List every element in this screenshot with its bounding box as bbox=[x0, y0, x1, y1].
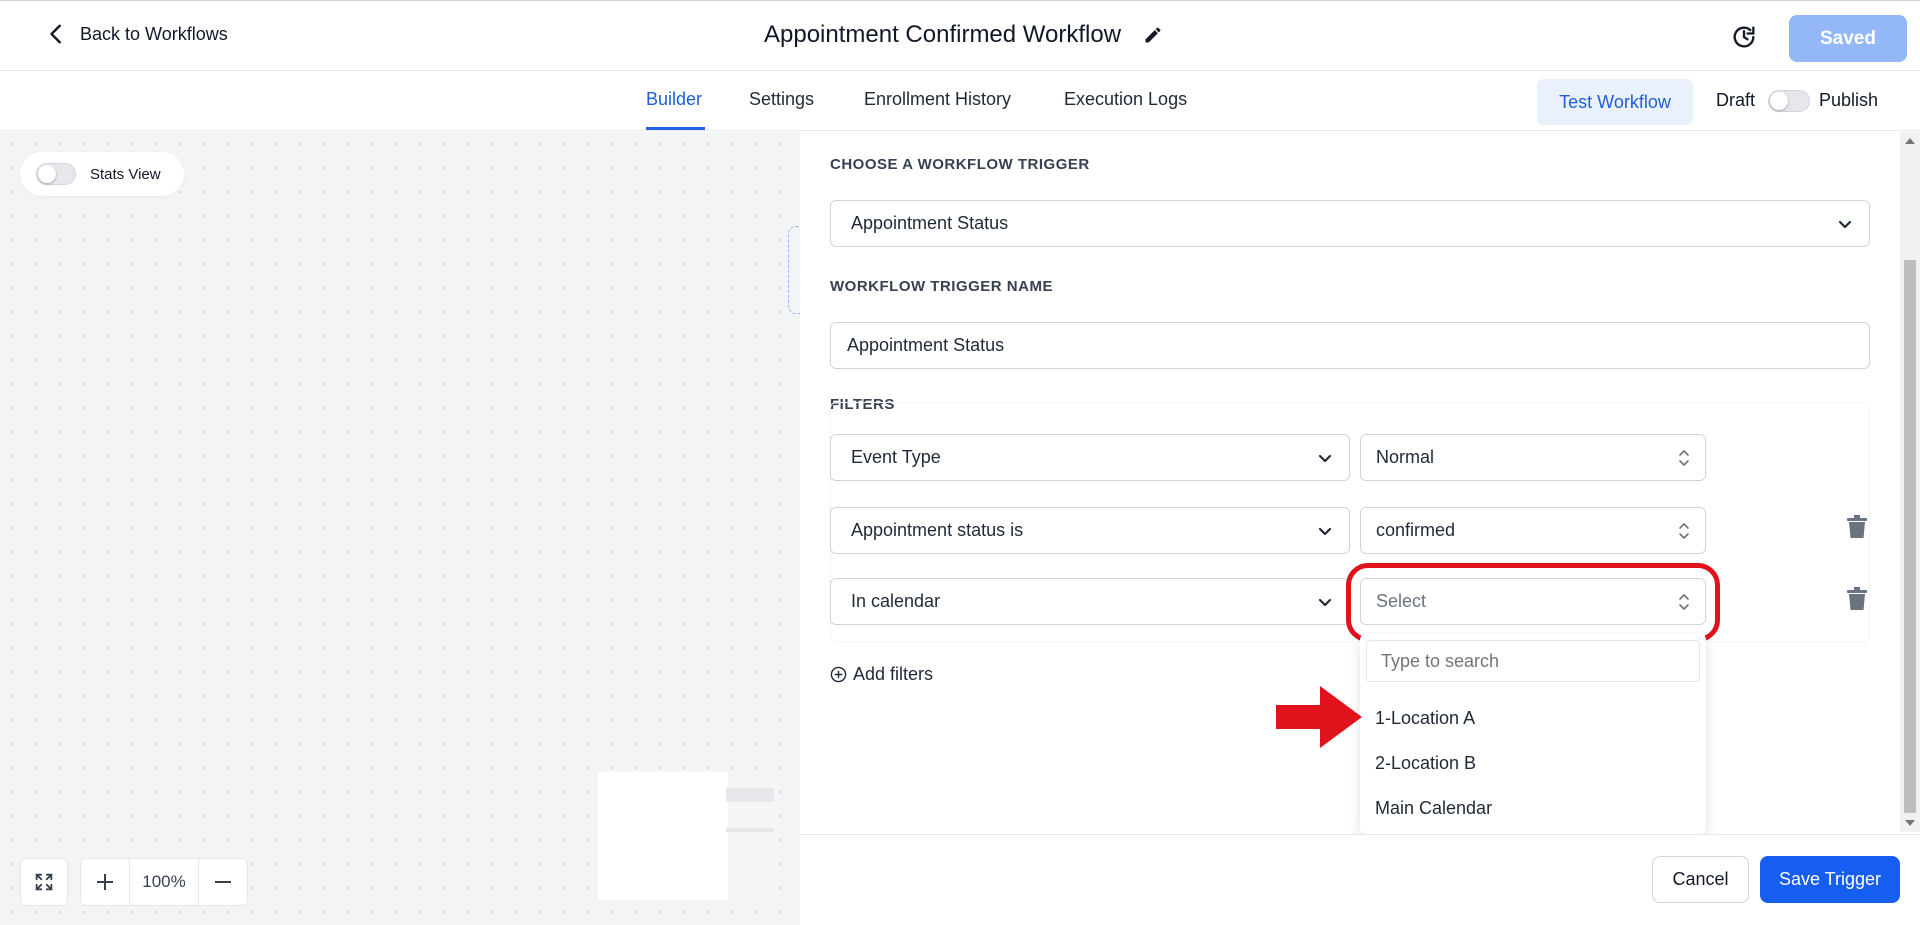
tab-bar: Builder Settings Enrollment History Exec… bbox=[0, 71, 1920, 131]
panel-scrollbar[interactable] bbox=[1900, 132, 1920, 832]
filter-field-value: In calendar bbox=[851, 591, 941, 611]
arrow-right-icon bbox=[1276, 686, 1362, 748]
filter-value-select[interactable]: confirmed bbox=[1360, 507, 1706, 554]
cancel-button[interactable]: Cancel bbox=[1652, 856, 1749, 903]
chevron-down-icon bbox=[1318, 598, 1332, 606]
publish-label: Publish bbox=[1819, 90, 1879, 110]
dropdown-search-input[interactable] bbox=[1366, 640, 1700, 682]
stats-view-control[interactable]: Stats View bbox=[20, 152, 184, 196]
sort-arrows-icon bbox=[1679, 449, 1689, 466]
dropdown-option-main-calendar[interactable]: Main Calendar bbox=[1375, 798, 1492, 819]
add-filters-label: Add filters bbox=[853, 664, 934, 684]
chevron-down-icon bbox=[1838, 220, 1852, 228]
saved-button[interactable]: Saved bbox=[1789, 15, 1907, 62]
back-label: Back to Workflows bbox=[80, 23, 228, 44]
plus-icon bbox=[97, 874, 113, 890]
toggle-knob bbox=[1770, 92, 1788, 110]
tab-enrollment-history[interactable]: Enrollment History bbox=[864, 89, 1011, 110]
zoom-level: 100% bbox=[129, 859, 199, 905]
calendar-select-placeholder: Select bbox=[1376, 591, 1427, 611]
scroll-down-icon[interactable] bbox=[1905, 820, 1915, 826]
fit-view-button[interactable] bbox=[20, 858, 68, 906]
publish-toggle[interactable] bbox=[1768, 90, 1810, 112]
filter-field-value: Event Type bbox=[851, 447, 941, 467]
workflow-title-text: Appointment Confirmed Workflow bbox=[764, 21, 1122, 48]
trigger-name-value: Appointment Status bbox=[847, 335, 1005, 355]
choose-trigger-label: CHOOSE A WORKFLOW TRIGGER bbox=[830, 156, 1090, 173]
expand-icon bbox=[35, 873, 53, 891]
trigger-select[interactable]: Appointment Status bbox=[830, 200, 1870, 247]
filter-value: confirmed bbox=[1376, 520, 1456, 540]
trash-icon[interactable] bbox=[1846, 587, 1868, 611]
calendar-select[interactable]: Select bbox=[1360, 578, 1706, 625]
filter-field-select[interactable]: Event Type bbox=[830, 434, 1350, 481]
stats-view-toggle[interactable] bbox=[36, 163, 76, 185]
zoom-in-button[interactable] bbox=[81, 859, 129, 905]
filter-field-select[interactable]: Appointment status is bbox=[830, 507, 1350, 554]
pencil-icon[interactable] bbox=[1143, 25, 1163, 45]
active-tab-indicator bbox=[646, 127, 705, 130]
minimap-node bbox=[726, 788, 774, 802]
trigger-name-label: WORKFLOW TRIGGER NAME bbox=[830, 278, 1053, 295]
scrollbar-thumb[interactable] bbox=[1904, 260, 1916, 813]
filter-value-select[interactable]: Normal bbox=[1360, 434, 1706, 481]
draft-label: Draft bbox=[1716, 90, 1756, 110]
panel-footer: Cancel Save Trigger bbox=[800, 834, 1920, 925]
tab-builder[interactable]: Builder bbox=[646, 89, 702, 110]
chevron-left-icon bbox=[50, 24, 61, 44]
tab-settings[interactable]: Settings bbox=[749, 89, 814, 110]
trigger-name-input[interactable]: Appointment Status bbox=[830, 322, 1870, 369]
minimap-viewport bbox=[598, 772, 728, 900]
add-filters-button[interactable]: Add filters bbox=[830, 664, 933, 685]
minus-icon bbox=[215, 881, 231, 883]
calendar-dropdown: 1-Location A 2-Location B Main Calendar bbox=[1360, 634, 1706, 834]
history-icon[interactable] bbox=[1730, 23, 1758, 51]
filter-value: Normal bbox=[1376, 447, 1435, 467]
minimap-node bbox=[726, 828, 774, 832]
plus-circle-icon bbox=[830, 666, 847, 683]
sort-arrows-icon bbox=[1679, 593, 1689, 610]
dropdown-option-location-a[interactable]: 1-Location A bbox=[1375, 708, 1475, 729]
zoom-out-button[interactable] bbox=[199, 859, 247, 905]
minimap[interactable] bbox=[598, 772, 778, 902]
trash-icon[interactable] bbox=[1846, 515, 1868, 539]
workflow-title: Appointment Confirmed Workflow bbox=[764, 21, 1163, 49]
filter-field-value: Appointment status is bbox=[851, 520, 1024, 540]
sort-arrows-icon bbox=[1679, 522, 1689, 539]
filter-field-select[interactable]: In calendar bbox=[830, 578, 1350, 625]
scroll-up-icon[interactable] bbox=[1905, 138, 1915, 144]
chevron-down-icon bbox=[1318, 527, 1332, 535]
toggle-knob bbox=[38, 165, 56, 183]
back-to-workflows-link[interactable]: Back to Workflows bbox=[46, 23, 228, 45]
top-header: Back to Workflows Appointment Confirmed … bbox=[0, 0, 1920, 71]
save-trigger-button[interactable]: Save Trigger bbox=[1760, 856, 1900, 903]
zoom-controls: 100% bbox=[80, 858, 248, 906]
tab-execution-logs[interactable]: Execution Logs bbox=[1064, 89, 1187, 110]
workflow-canvas[interactable]: Stats View 100% bbox=[0, 132, 802, 925]
chevron-down-icon bbox=[1318, 454, 1332, 462]
trigger-select-value: Appointment Status bbox=[851, 213, 1009, 233]
stats-view-label: Stats View bbox=[90, 165, 161, 183]
test-workflow-button[interactable]: Test Workflow bbox=[1537, 79, 1693, 125]
dropdown-option-location-b[interactable]: 2-Location B bbox=[1375, 753, 1476, 774]
